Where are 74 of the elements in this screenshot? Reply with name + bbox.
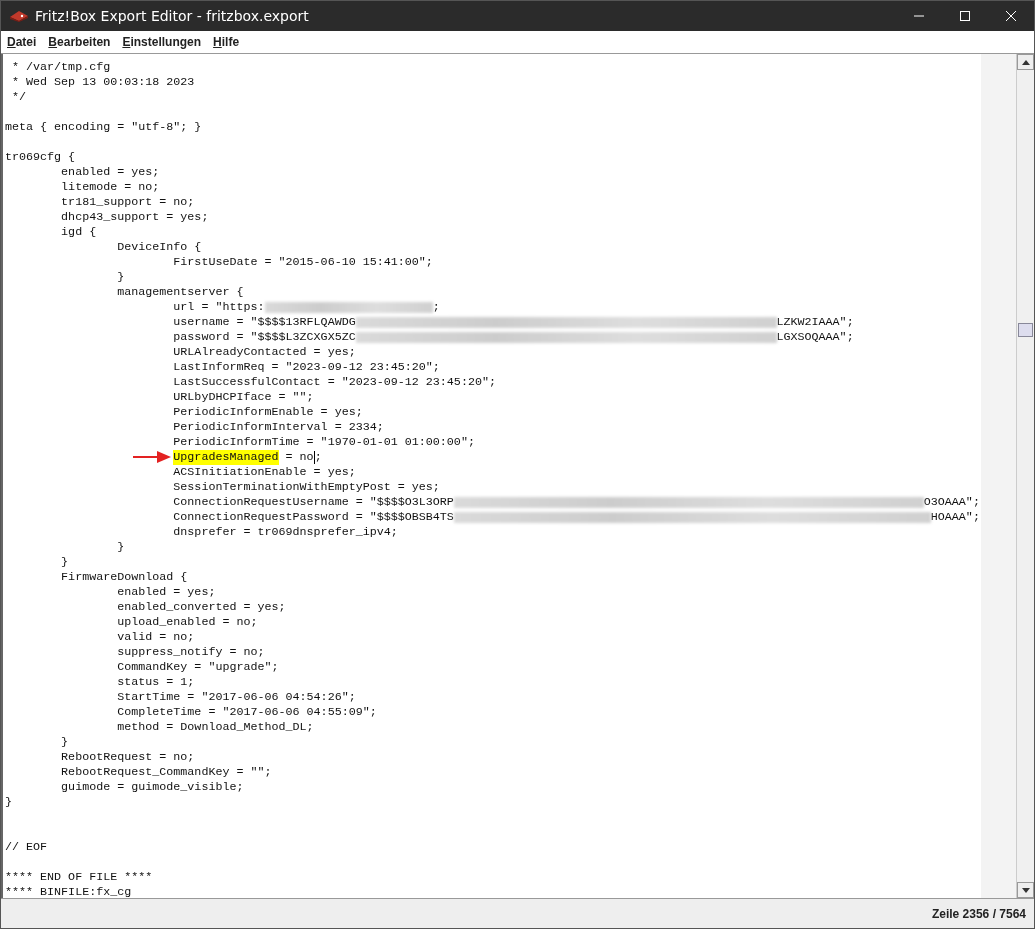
code-text: enabled_converted = yes;: [116, 600, 286, 615]
code-text: dnsprefer = tr069dnsprefer_ipv4;: [172, 525, 398, 540]
code-text: FirstUseDate = "2015-06-10 15:41:00";: [172, 255, 433, 270]
scroll-up-button[interactable]: [1017, 54, 1034, 70]
code-text: CommandKey = "upgrade";: [116, 660, 279, 675]
code-text: }: [60, 735, 69, 750]
code-text: LastSuccessfulContact = "2023-09-12 23:45:20";: [172, 375, 496, 390]
code-text: O3OAAA";: [923, 495, 980, 510]
close-icon: [1006, 11, 1016, 21]
code-text: PeriodicInformEnable = yes;: [172, 405, 363, 420]
code-text: **** END OF FILE ****: [5, 870, 153, 885]
code-text: }: [116, 270, 125, 285]
code-text: litemode = no;: [60, 180, 160, 195]
code-text: enabled = yes;: [116, 585, 216, 600]
code-text: LastInformReq = "2023-09-12 23:45:20";: [172, 360, 440, 375]
up-triangle-icon: [1021, 59, 1030, 65]
code-text: ACSInitiationEnable = yes;: [172, 465, 356, 480]
code-text: username = "$$$$13RFLQAWDG: [172, 315, 356, 330]
code-text: URLAlreadyContacted = yes;: [172, 345, 356, 360]
text-cursor: [313, 451, 315, 464]
code-text: StartTime = "2017-06-06 04:54:26";: [116, 690, 356, 705]
scroll-down-button[interactable]: [1017, 882, 1034, 898]
scrollbar[interactable]: [1016, 54, 1034, 898]
menu-item[interactable]: Bearbeiten: [48, 35, 111, 49]
code-text: RebootRequest_CommandKey = "";: [60, 765, 272, 780]
code-text: upload_enabled = no;: [116, 615, 258, 630]
code-text: // EOF: [5, 840, 48, 855]
code-text: ConnectionRequestPassword = "$$$$OBSB4TS: [172, 510, 454, 525]
code-text: valid = no;: [116, 630, 195, 645]
code-text: **** BINFILE:fx_cg: [5, 885, 132, 898]
maximize-icon: [960, 11, 970, 21]
code-text: FirmwareDownload {: [60, 570, 188, 585]
code-text: url = "https:: [172, 300, 265, 315]
code-text: = no: [284, 450, 314, 465]
scrollbar-thumb[interactable]: [1018, 323, 1033, 337]
menu-item[interactable]: Datei: [7, 35, 37, 49]
code-text: enabled = yes;: [60, 165, 160, 180]
code-text: igd {: [60, 225, 97, 240]
code-text: }: [116, 540, 125, 555]
down-triangle-icon: [1021, 887, 1030, 893]
code-text: ConnectionRequestUsername = "$$$$O3L3ORP: [172, 495, 454, 510]
code-text: PeriodicInformTime = "1970-01-01 01:00:00";: [172, 435, 475, 450]
code-text: */: [11, 90, 27, 105]
menu-item[interactable]: Einstellungen: [122, 35, 202, 49]
code-text: CompleteTime = "2017-06-06 04:55:09";: [116, 705, 377, 720]
code-text: RebootRequest = no;: [60, 750, 195, 765]
code-text: tr069cfg {: [5, 150, 76, 165]
code-text: DeviceInfo {: [116, 240, 202, 255]
code-text: PeriodicInformInterval = 2334;: [172, 420, 384, 435]
window-title: Fritz!Box Export Editor - fritzbox.export: [35, 8, 309, 24]
highlighted-text: UpgradesManaged: [173, 450, 279, 465]
code-text: meta { encoding = "utf-8"; }: [5, 120, 202, 135]
code-text: method = Download_Method_DL;: [116, 720, 314, 735]
code-text: * Wed Sep 13 00:03:18 2023: [11, 75, 195, 90]
code-text: suppress_notify = no;: [116, 645, 265, 660]
code-text: password = "$$$$L3ZCXGX5ZC: [172, 330, 356, 345]
menu-item[interactable]: Hilfe: [213, 35, 240, 49]
code-text: }: [60, 555, 69, 570]
code-text: guimode = guimode_visible;: [60, 780, 244, 795]
line-position: Zeile 2356 / 7564: [931, 906, 1026, 921]
code-text: tr181_support = no;: [60, 195, 195, 210]
code-text: status = 1;: [116, 675, 195, 690]
code-text: URLbyDHCPIface = "";: [172, 390, 314, 405]
code-text: ;: [314, 450, 322, 465]
code-text: SessionTerminationWithEmptyPost = yes;: [172, 480, 440, 495]
code-text: HOAAA";: [930, 510, 980, 525]
code-text: managementserver {: [116, 285, 244, 300]
router-icon: [9, 10, 29, 22]
code-text: }: [5, 795, 12, 810]
code-text: LZKW2IAAA";: [776, 315, 854, 330]
code-text: ;: [432, 300, 440, 315]
code-text: dhcp43_support = yes;: [60, 210, 209, 225]
code-text: * /var/tmp.cfg: [11, 60, 111, 75]
code-text: LGXSOQAAA";: [776, 330, 854, 345]
